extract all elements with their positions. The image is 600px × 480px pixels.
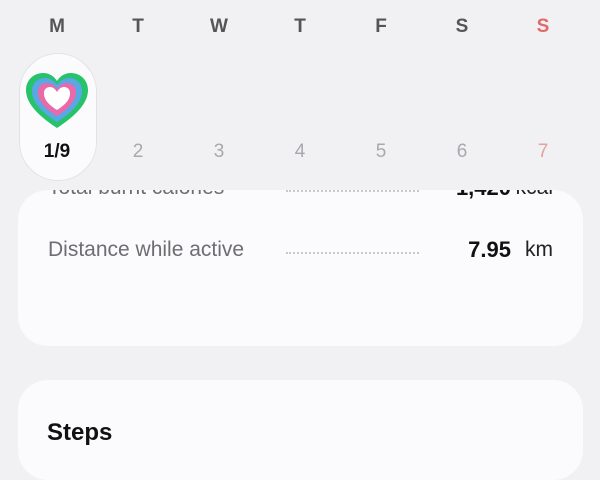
day-name-tue: T xyxy=(132,16,144,37)
day-name-fri: F xyxy=(375,16,387,37)
day-name-sat: S xyxy=(455,16,469,37)
calories-label: Total burnt calories xyxy=(48,190,224,200)
day-date-fri[interactable]: 5 xyxy=(351,141,411,163)
dotted-leader xyxy=(286,252,419,254)
day-name-mon: M xyxy=(49,16,65,37)
dotted-leader xyxy=(286,190,419,192)
calories-row: Total burnt calories 1,420 kcal xyxy=(48,190,553,206)
week-selector: M T W T F S S 1/9 2 3 4 5 6 7 xyxy=(0,0,600,190)
calories-value: 1,420 xyxy=(456,190,511,201)
steps-card[interactable]: Steps xyxy=(18,380,583,480)
activity-summary-card: Total burnt calories 1,420 kcal Distance… xyxy=(18,190,583,346)
day-name-thu: T xyxy=(294,16,306,37)
activity-heart-icon xyxy=(26,73,88,128)
distance-label: Distance while active xyxy=(48,238,245,261)
day-date-sat[interactable]: 6 xyxy=(432,141,492,163)
distance-value: 7.95 xyxy=(468,237,511,262)
calories-row-clip: Total burnt calories 1,420 kcal xyxy=(18,190,583,208)
distance-row: Distance while active 7.95 km xyxy=(48,237,553,268)
day-date-wed[interactable]: 3 xyxy=(189,141,249,163)
day-date-thu[interactable]: 4 xyxy=(270,141,330,163)
day-name-sun: S xyxy=(536,16,550,37)
day-date-sun[interactable]: 7 xyxy=(513,141,573,163)
day-date-mon[interactable]: 1/9 xyxy=(27,141,87,163)
steps-title: Steps xyxy=(47,419,113,446)
day-date-tue[interactable]: 2 xyxy=(108,141,168,163)
distance-unit: km xyxy=(525,238,553,261)
calories-unit: kcal xyxy=(516,190,553,200)
day-name-wed: W xyxy=(210,16,228,37)
